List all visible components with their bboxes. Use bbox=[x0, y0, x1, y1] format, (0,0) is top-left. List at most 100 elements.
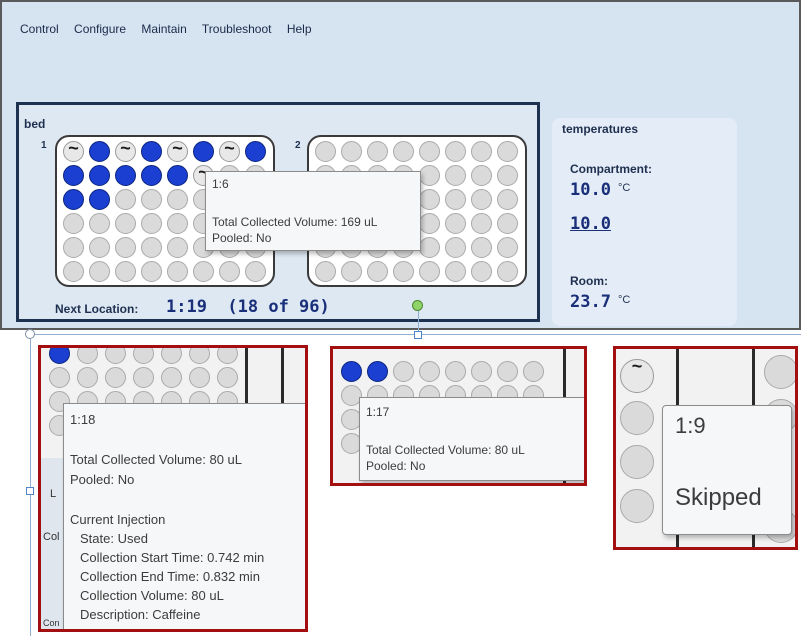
well-empty[interactable] bbox=[167, 213, 188, 234]
well-empty[interactable] bbox=[497, 361, 518, 382]
well-collected[interactable] bbox=[63, 165, 84, 186]
well-empty[interactable] bbox=[445, 189, 466, 210]
well-skipped[interactable] bbox=[167, 138, 188, 162]
well-empty[interactable] bbox=[341, 261, 362, 282]
well-empty[interactable] bbox=[620, 401, 654, 435]
well-empty[interactable] bbox=[523, 361, 544, 382]
well-empty[interactable] bbox=[167, 189, 188, 210]
well-skipped[interactable] bbox=[63, 138, 84, 162]
well-empty[interactable] bbox=[141, 237, 162, 258]
well-empty[interactable] bbox=[133, 367, 154, 388]
well-empty[interactable] bbox=[445, 213, 466, 234]
well-collected[interactable] bbox=[141, 141, 162, 162]
well-empty[interactable] bbox=[77, 348, 98, 364]
well-empty[interactable] bbox=[161, 367, 182, 388]
well-empty[interactable] bbox=[497, 237, 518, 258]
well-empty[interactable] bbox=[89, 237, 110, 258]
resize-handle-top-left[interactable] bbox=[25, 329, 35, 339]
well-empty[interactable] bbox=[393, 261, 414, 282]
well-skipped[interactable] bbox=[115, 138, 136, 162]
well-empty[interactable] bbox=[497, 261, 518, 282]
well-empty[interactable] bbox=[217, 367, 238, 388]
well-empty[interactable] bbox=[141, 189, 162, 210]
well-empty[interactable] bbox=[89, 261, 110, 282]
well-empty[interactable] bbox=[161, 348, 182, 364]
well-empty[interactable] bbox=[620, 445, 654, 479]
well-empty[interactable] bbox=[105, 367, 126, 388]
well-empty[interactable] bbox=[105, 348, 126, 364]
well-collected[interactable] bbox=[367, 361, 388, 382]
well-empty[interactable] bbox=[497, 141, 518, 162]
well-empty[interactable] bbox=[471, 213, 492, 234]
well-empty[interactable] bbox=[167, 237, 188, 258]
well-empty[interactable] bbox=[393, 141, 414, 162]
compartment-setpoint-link[interactable]: 10.0 bbox=[570, 214, 611, 234]
well-collected[interactable] bbox=[115, 165, 136, 186]
well-empty[interactable] bbox=[419, 141, 440, 162]
well-empty[interactable] bbox=[89, 213, 110, 234]
menu-help[interactable]: Help bbox=[287, 22, 312, 36]
well-empty[interactable] bbox=[471, 189, 492, 210]
well-empty[interactable] bbox=[115, 213, 136, 234]
well-empty[interactable] bbox=[471, 361, 492, 382]
well-collected[interactable] bbox=[193, 141, 214, 162]
well-empty[interactable] bbox=[133, 348, 154, 364]
well-collected[interactable] bbox=[141, 165, 162, 186]
well-collected[interactable] bbox=[167, 165, 188, 186]
well-skipped[interactable] bbox=[620, 356, 654, 393]
well-collected[interactable] bbox=[341, 361, 362, 382]
menu-troubleshoot[interactable]: Troubleshoot bbox=[202, 22, 272, 36]
well-empty[interactable] bbox=[315, 141, 336, 162]
well-empty[interactable] bbox=[471, 237, 492, 258]
well-empty[interactable] bbox=[49, 367, 70, 388]
well-empty[interactable] bbox=[193, 261, 214, 282]
well-empty[interactable] bbox=[315, 261, 336, 282]
well-empty[interactable] bbox=[141, 261, 162, 282]
well-empty[interactable] bbox=[189, 367, 210, 388]
well-collected[interactable] bbox=[245, 141, 266, 162]
well-empty[interactable] bbox=[63, 213, 84, 234]
rotate-handle[interactable] bbox=[412, 300, 423, 311]
well-empty[interactable] bbox=[63, 237, 84, 258]
well-empty[interactable] bbox=[393, 361, 414, 382]
well-empty[interactable] bbox=[419, 261, 440, 282]
well-empty[interactable] bbox=[419, 361, 440, 382]
well-empty[interactable] bbox=[141, 213, 162, 234]
resize-handle-top[interactable] bbox=[414, 331, 422, 339]
well-collected[interactable] bbox=[63, 189, 84, 210]
well-empty[interactable] bbox=[419, 189, 440, 210]
well-collected[interactable] bbox=[89, 165, 110, 186]
well-collected[interactable] bbox=[89, 189, 110, 210]
well-empty[interactable] bbox=[445, 361, 466, 382]
well-empty[interactable] bbox=[471, 165, 492, 186]
well-empty[interactable] bbox=[367, 261, 388, 282]
well-empty[interactable] bbox=[445, 261, 466, 282]
well-empty[interactable] bbox=[419, 165, 440, 186]
well-empty[interactable] bbox=[445, 141, 466, 162]
menu-maintain[interactable]: Maintain bbox=[141, 22, 186, 36]
well-empty[interactable] bbox=[620, 489, 654, 523]
resize-handle-left[interactable] bbox=[26, 487, 34, 495]
well-empty[interactable] bbox=[167, 261, 188, 282]
well-empty[interactable] bbox=[217, 348, 238, 364]
well-empty[interactable] bbox=[471, 261, 492, 282]
well-empty[interactable] bbox=[497, 213, 518, 234]
well-empty[interactable] bbox=[471, 141, 492, 162]
well-empty[interactable] bbox=[341, 141, 362, 162]
well-empty[interactable] bbox=[245, 261, 266, 282]
well-empty[interactable] bbox=[419, 213, 440, 234]
menu-configure[interactable]: Configure bbox=[74, 22, 126, 36]
well-empty[interactable] bbox=[445, 165, 466, 186]
well-empty[interactable] bbox=[219, 261, 240, 282]
well-skipped[interactable] bbox=[219, 138, 240, 162]
well-empty[interactable] bbox=[445, 237, 466, 258]
menu-control[interactable]: Control bbox=[20, 22, 59, 36]
well-empty[interactable] bbox=[189, 348, 210, 364]
well-empty[interactable] bbox=[63, 261, 84, 282]
well-empty[interactable] bbox=[497, 165, 518, 186]
well-empty[interactable] bbox=[77, 367, 98, 388]
well-empty[interactable] bbox=[497, 189, 518, 210]
well-empty[interactable] bbox=[115, 261, 136, 282]
well-empty[interactable] bbox=[419, 237, 440, 258]
well-empty[interactable] bbox=[115, 237, 136, 258]
